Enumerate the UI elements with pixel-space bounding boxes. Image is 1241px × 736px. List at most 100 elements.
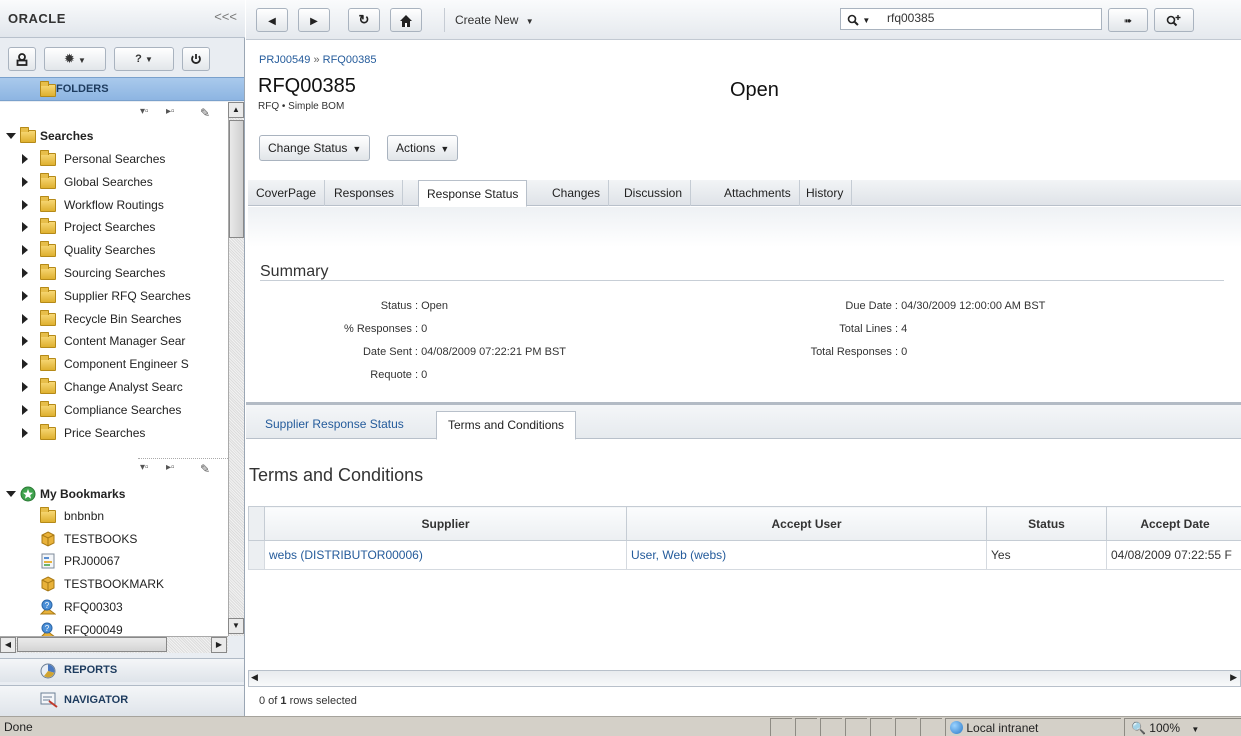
tab-changes[interactable]: Changes — [544, 180, 610, 206]
tab-responses[interactable]: Responses — [326, 180, 404, 206]
zoom-level: 100% — [1149, 721, 1180, 735]
table-cell-accept-user[interactable]: User, Web (webs) — [626, 540, 987, 570]
back-arrow-icon: ◀ — [268, 16, 276, 27]
scroll-down-icon[interactable]: ▼ — [228, 618, 244, 634]
rfq-icon: ? — [40, 622, 56, 636]
collapsed-icon[interactable] — [22, 313, 28, 324]
column-header-accept-date[interactable]: Accept Date — [1106, 506, 1241, 541]
column-header-accept-user[interactable]: Accept User — [626, 506, 987, 541]
object-status: Open — [730, 79, 779, 101]
collapsed-icon[interactable] — [22, 176, 28, 187]
column-header-status[interactable]: Status — [986, 506, 1107, 541]
advanced-search-button[interactable] — [1154, 8, 1194, 32]
summary-due-date: Due Date : 04/30/2009 12:00:00 AM BST — [748, 300, 1045, 312]
status-slot — [795, 718, 817, 736]
breadcrumb-parent-link[interactable]: PRJ00549 — [259, 54, 310, 66]
collapsed-icon[interactable] — [22, 268, 28, 278]
subtab-terms-and-conditions[interactable]: Terms and Conditions — [436, 411, 577, 440]
tree-node-label: Content Manager Sear — [64, 334, 186, 349]
collapse-all-icon[interactable]: ▸▫ — [166, 462, 175, 473]
table-horizontal-scrollbar[interactable]: ◀ ▶ — [248, 670, 1241, 687]
navigator-header[interactable]: NAVIGATOR — [0, 685, 244, 716]
folders-header[interactable]: FOLDERS — [0, 77, 244, 101]
collapsed-icon[interactable] — [22, 336, 28, 347]
chevron-down-icon: ▼ — [525, 17, 534, 26]
collapsed-icon[interactable] — [22, 359, 28, 370]
back-button[interactable]: ◀ — [256, 8, 288, 32]
tab-attachments[interactable]: Attachments — [716, 180, 800, 206]
edit-icon[interactable]: ✎ — [200, 462, 210, 476]
collapse-pane-icon[interactable]: <<< — [214, 9, 237, 24]
field-label: Date Sent : — [362, 346, 418, 358]
row-selector[interactable] — [248, 540, 265, 570]
scroll-thumb[interactable] — [229, 120, 244, 238]
status-slot — [820, 718, 842, 736]
tree-horizontal-scrollbar[interactable]: ◀ ▶ — [0, 636, 228, 653]
search-type-select[interactable]: ▼ — [841, 9, 885, 29]
tab-history[interactable]: History — [798, 180, 853, 206]
tree-node-label: Global Searches — [64, 174, 153, 189]
scroll-right-icon[interactable]: ▶ — [1230, 672, 1237, 683]
zoom-control[interactable]: 🔍 100% ▼ — [1124, 718, 1241, 736]
collapsed-icon[interactable] — [22, 290, 28, 301]
home-button[interactable] — [390, 8, 422, 32]
scroll-left-icon[interactable]: ◀ — [251, 672, 258, 683]
breadcrumb-current-link[interactable]: RFQ00385 — [323, 54, 377, 66]
scroll-right-icon[interactable]: ▶ — [211, 637, 227, 653]
tab-coverpage[interactable]: CoverPage — [248, 180, 326, 206]
user-button[interactable] — [8, 47, 36, 71]
search-plus-icon — [1166, 14, 1181, 27]
create-new-menu[interactable]: Create New ▼ — [444, 8, 554, 32]
edit-icon[interactable]: ✎ — [200, 106, 210, 120]
reports-header[interactable]: REPORTS — [0, 658, 244, 682]
search-go-button[interactable]: ➠ — [1108, 8, 1148, 32]
expanded-icon[interactable] — [6, 491, 16, 497]
object-subtitle: RFQ • Simple BOM — [258, 101, 345, 112]
collapsed-icon[interactable] — [22, 154, 28, 164]
help-button[interactable]: ? ▼ — [114, 47, 174, 71]
actions-button[interactable]: Actions ▼ — [387, 135, 459, 161]
collapsed-icon[interactable] — [22, 245, 28, 256]
scroll-thumb[interactable] — [17, 637, 167, 652]
summary-divider — [260, 280, 1224, 281]
tree-node-label: My Bookmarks — [40, 487, 126, 501]
refresh-button[interactable]: ↻ — [348, 8, 380, 32]
expand-all-icon[interactable]: ▾▫ — [140, 106, 149, 117]
summary-total-lines: Total Lines : 4 — [748, 323, 907, 335]
collapsed-icon[interactable] — [22, 382, 28, 392]
bookmark-label: TESTBOOKMARK — [64, 577, 165, 592]
tree-vertical-scrollbar[interactable]: ▲ ▼ — [228, 102, 244, 636]
logout-button[interactable] — [182, 47, 210, 71]
tab-response-status[interactable]: Response Status — [418, 180, 528, 207]
folder-icon — [40, 423, 56, 440]
forward-button[interactable]: ▶ — [298, 8, 330, 32]
collapsed-icon[interactable] — [22, 199, 28, 210]
expanded-icon[interactable] — [6, 133, 16, 139]
settings-button[interactable]: ✹ ▼ — [44, 47, 106, 71]
field-value: Open — [421, 300, 448, 312]
collapsed-icon[interactable] — [22, 427, 28, 438]
summary-date-sent: Date Sent : 04/08/2009 07:22:21 PM BST — [268, 346, 566, 358]
rfq-icon: ? — [40, 599, 56, 615]
expand-all-icon[interactable]: ▾▫ — [140, 462, 149, 473]
collapsed-icon[interactable] — [22, 222, 28, 233]
collapsed-icon[interactable] — [22, 404, 28, 415]
oracle-logo: ORACLE — [8, 11, 66, 26]
table-cell-supplier[interactable]: webs (DISTRIBUTOR00006) — [264, 540, 627, 570]
table-row[interactable]: webs (DISTRIBUTOR00006) User, Web (webs) Y… — [248, 540, 1241, 570]
folder-icon — [40, 241, 56, 258]
navigator-icon — [40, 692, 58, 708]
folder-icon — [40, 150, 56, 166]
summary-requote: Requote : 0 — [268, 369, 427, 381]
folder-icon — [40, 195, 56, 212]
tree-node-label: Recycle Bin Searches — [64, 311, 182, 326]
scroll-left-icon[interactable]: ◀ — [0, 637, 16, 653]
change-status-button[interactable]: Change Status ▼ — [259, 135, 371, 161]
subtab-supplier-response-status[interactable]: Supplier Response Status — [254, 411, 415, 439]
scroll-up-icon[interactable]: ▲ — [228, 102, 244, 118]
folder-icon — [40, 507, 56, 523]
tab-discussion[interactable]: Discussion — [616, 180, 692, 206]
collapse-all-icon[interactable]: ▸▫ — [166, 106, 175, 117]
search-input[interactable] — [887, 11, 1087, 25]
column-header-supplier[interactable]: Supplier — [264, 506, 627, 541]
